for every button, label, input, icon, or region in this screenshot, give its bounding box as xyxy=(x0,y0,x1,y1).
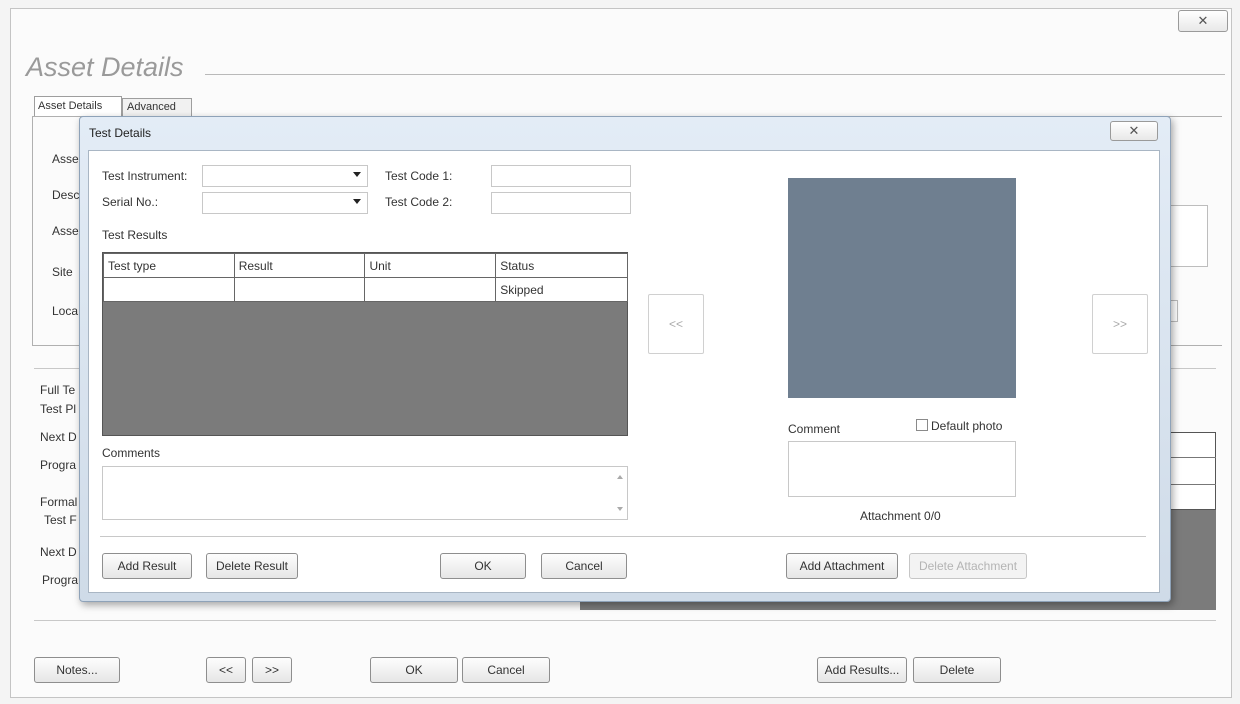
results-header-row: Test type Result Unit Status xyxy=(103,253,628,278)
test-code-1-label: Test Code 1: xyxy=(385,169,453,183)
default-photo-checkbox[interactable] xyxy=(916,419,928,431)
stub-label-test-f: Test F xyxy=(44,513,77,527)
test-code-1-input[interactable] xyxy=(491,165,631,187)
cell-status[interactable]: Skipped xyxy=(495,277,628,302)
dialog-close-button[interactable]: ✕ xyxy=(1110,121,1158,141)
chevron-down-icon xyxy=(353,199,361,204)
delete-attachment-button[interactable]: Delete Attachment xyxy=(909,553,1027,579)
test-instrument-label: Test Instrument: xyxy=(102,169,188,183)
test-code-2-input[interactable] xyxy=(491,192,631,214)
stub-label-full-test: Full Te xyxy=(40,383,76,397)
cell-test-type[interactable] xyxy=(103,277,235,302)
stub-label-next-due: Next D xyxy=(40,430,77,444)
chevron-down-icon xyxy=(353,172,361,177)
cancel-button[interactable]: Cancel xyxy=(462,657,550,683)
close-icon: ✕ xyxy=(1197,13,1209,28)
tab-asset-details[interactable]: Asset Details xyxy=(34,96,122,116)
ok-button[interactable]: OK xyxy=(370,657,458,683)
column-header-status[interactable]: Status xyxy=(495,253,628,278)
column-header-result[interactable]: Result xyxy=(233,253,366,278)
results-table: Test type Result Unit Status Skipped xyxy=(103,253,628,302)
scroll-down-icon[interactable] xyxy=(617,507,623,511)
tab-advanced-label: Advanced xyxy=(127,101,176,113)
tab-advanced[interactable]: Advanced xyxy=(122,98,192,116)
photo-placeholder xyxy=(788,178,1016,398)
test-results-label: Test Results xyxy=(102,228,168,242)
tab-asset-details-label: Asset Details xyxy=(38,100,103,112)
stub-label-formal: Formal xyxy=(40,495,78,509)
dialog-cancel-button[interactable]: Cancel xyxy=(541,553,627,579)
test-code-2-label: Test Code 2: xyxy=(385,195,453,209)
stub-label-program-2: Progra xyxy=(42,573,79,587)
cell-result[interactable] xyxy=(233,277,366,302)
stub-label-desc: Desc xyxy=(52,188,80,202)
column-header-test-type[interactable]: Test type xyxy=(103,253,235,278)
delete-button[interactable]: Delete xyxy=(913,657,1001,683)
dialog-title: Test Details xyxy=(89,126,152,140)
dialog-button-separator xyxy=(100,536,1146,537)
stub-label-program: Progra xyxy=(40,458,77,472)
delete-result-button[interactable]: Delete Result xyxy=(206,553,298,579)
add-result-button[interactable]: Add Result xyxy=(102,553,192,579)
notes-button[interactable]: Notes... xyxy=(34,657,120,683)
stub-label-next-due-2: Next D xyxy=(40,545,77,559)
close-icon: ✕ xyxy=(1128,123,1140,138)
serial-label: Serial No.: xyxy=(102,195,159,209)
title-rule xyxy=(205,74,1225,75)
previous-button[interactable]: << xyxy=(206,657,246,683)
stub-label-test-plan: Test Pl xyxy=(40,402,77,416)
scroll-up-icon[interactable] xyxy=(617,475,623,479)
photo-prev-button[interactable]: << xyxy=(648,294,704,354)
column-header-unit[interactable]: Unit xyxy=(364,253,497,278)
add-results-button[interactable]: Add Results... xyxy=(817,657,907,683)
serial-select[interactable] xyxy=(202,192,368,214)
photo-comment-input[interactable] xyxy=(788,441,1016,497)
page-title: Asset Details xyxy=(26,52,184,82)
stub-label-site: Site xyxy=(52,265,73,279)
add-attachment-button[interactable]: Add Attachment xyxy=(786,553,898,579)
outer-close-button[interactable]: ✕ xyxy=(1178,10,1228,32)
photo-next-button[interactable]: >> xyxy=(1092,294,1148,354)
cell-unit[interactable] xyxy=(364,277,497,302)
comments-label: Comments xyxy=(102,446,161,460)
table-row[interactable]: Skipped xyxy=(103,277,628,302)
stub-label-asset: Asse xyxy=(52,152,79,166)
separator-line-bottom xyxy=(34,620,1216,621)
comments-textarea[interactable] xyxy=(102,466,628,520)
test-instrument-select[interactable] xyxy=(202,165,368,187)
attachment-count: Attachment 0/0 xyxy=(860,509,941,523)
default-photo-label: Default photo xyxy=(931,419,1003,433)
stub-label-asset2: Asse xyxy=(52,224,79,238)
next-button[interactable]: >> xyxy=(252,657,292,683)
photo-comment-label: Comment xyxy=(788,422,841,436)
dialog-ok-button[interactable]: OK xyxy=(440,553,526,579)
stub-label-location: Loca xyxy=(52,304,79,318)
